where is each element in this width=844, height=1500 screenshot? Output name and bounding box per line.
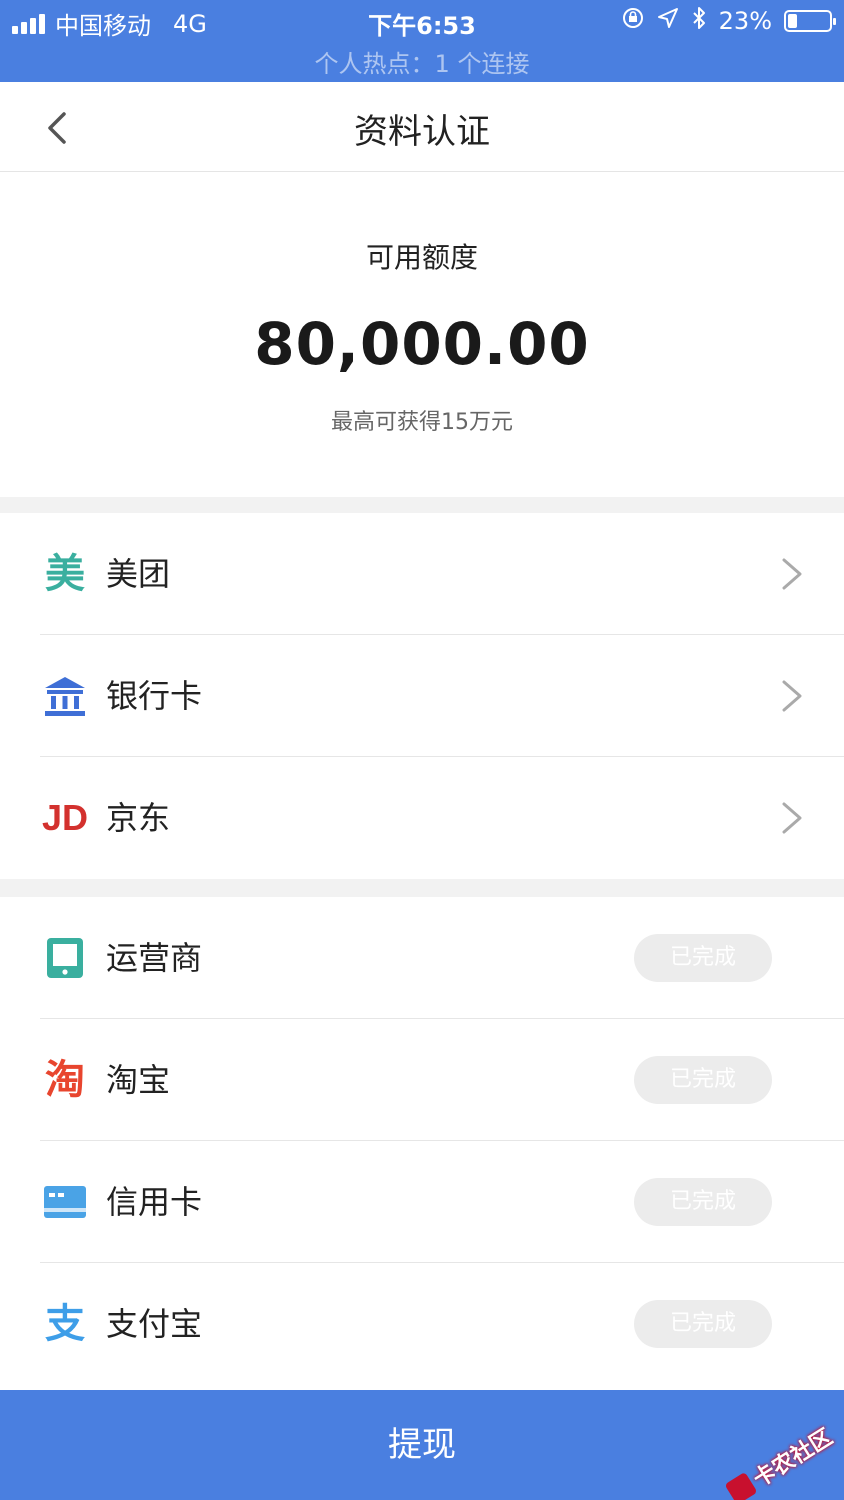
list-item-label: 淘宝: [106, 1061, 171, 1099]
battery-fill: [788, 14, 797, 28]
chevron-right-icon: [782, 680, 802, 712]
hotspot-banner[interactable]: 个人热点：1 个连接: [0, 44, 844, 79]
location-icon: [657, 7, 679, 35]
page-title: 资料认证: [354, 112, 490, 152]
taobao-icon: 淘: [45, 1057, 85, 1103]
completed-badge: 已完成: [634, 934, 772, 982]
quota-amount: 80,000.00: [254, 310, 590, 378]
chevron-right-icon: [782, 802, 802, 834]
phone-icon: [42, 935, 88, 981]
battery-percent: 23%: [718, 7, 772, 35]
list-item-meituan[interactable]: 美 美团: [0, 513, 844, 635]
quota-panel: 可用额度 80,000.00 最高可获得15万元: [0, 172, 844, 497]
credit-card-icon: [42, 1179, 88, 1225]
battery-icon: [784, 10, 836, 32]
bluetooth-icon: [691, 6, 707, 36]
chevron-right-icon: [782, 558, 802, 590]
quota-subtitle: 最高可获得15万元: [331, 410, 513, 435]
list-item-label: 信用卡: [106, 1183, 203, 1221]
list-item-bank-card[interactable]: 银行卡: [0, 635, 844, 757]
status-right: 23%: [621, 6, 836, 36]
list-item-jd[interactable]: JD 京东: [0, 757, 844, 879]
alipay-icon: 支: [45, 1301, 85, 1347]
bank-icon: [42, 673, 88, 719]
meituan-icon: 美: [45, 551, 85, 597]
quota-label: 可用额度: [365, 241, 478, 274]
withdraw-button[interactable]: 提现: [0, 1390, 844, 1500]
list-item-alipay[interactable]: 支 支付宝 已完成: [0, 1263, 844, 1385]
list-item-label: 银行卡: [106, 677, 203, 715]
list-item-label: 支付宝: [106, 1305, 203, 1343]
list-item-carrier[interactable]: 运营商 已完成: [0, 897, 844, 1019]
completed-badge: 已完成: [634, 1300, 772, 1348]
nav-bar: 资料认证: [0, 82, 844, 172]
list-item-taobao[interactable]: 淘 淘宝 已完成: [0, 1019, 844, 1141]
list-item-label: 京东: [106, 799, 171, 837]
list-item-label: 运营商: [106, 939, 203, 977]
list-item-label: 美团: [106, 555, 171, 593]
status-bar: 中国移动 4G 下午6:53 23% 个人热点：1 个连接: [0, 0, 844, 82]
list-item-credit-card[interactable]: 信用卡 已完成: [0, 1141, 844, 1263]
completed-badge: 已完成: [634, 1178, 772, 1226]
completed-badge: 已完成: [634, 1056, 772, 1104]
jd-icon: JD: [41, 797, 89, 838]
section-divider: [0, 879, 844, 897]
rotation-lock-icon: [621, 6, 645, 36]
section-divider: [0, 497, 844, 513]
